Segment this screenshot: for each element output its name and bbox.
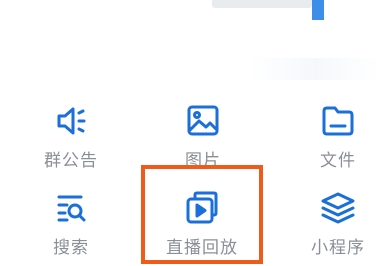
group-tools-panel: 群公告 图片 文件 搜索 直播回放 小程序	[0, 0, 381, 266]
search-list-icon	[53, 191, 89, 225]
tool-label: 小程序	[311, 238, 365, 258]
top-accent-mark	[312, 0, 324, 20]
tool-label: 文件	[320, 151, 356, 171]
tool-search[interactable]: 搜索	[16, 191, 126, 258]
tool-mini-program[interactable]: 小程序	[283, 191, 381, 258]
speaker-icon	[53, 104, 89, 138]
tool-announcement[interactable]: 群公告	[16, 104, 126, 171]
tool-label: 搜索	[53, 238, 89, 258]
folder-icon	[320, 104, 356, 138]
tool-image[interactable]: 图片	[148, 104, 258, 171]
tool-file[interactable]: 文件	[283, 104, 381, 171]
highlight-box	[141, 165, 263, 264]
background-fade	[250, 58, 381, 80]
layers-icon	[320, 191, 356, 225]
image-icon	[185, 104, 221, 138]
tool-label: 群公告	[44, 151, 98, 171]
top-input-bar	[212, 0, 312, 8]
